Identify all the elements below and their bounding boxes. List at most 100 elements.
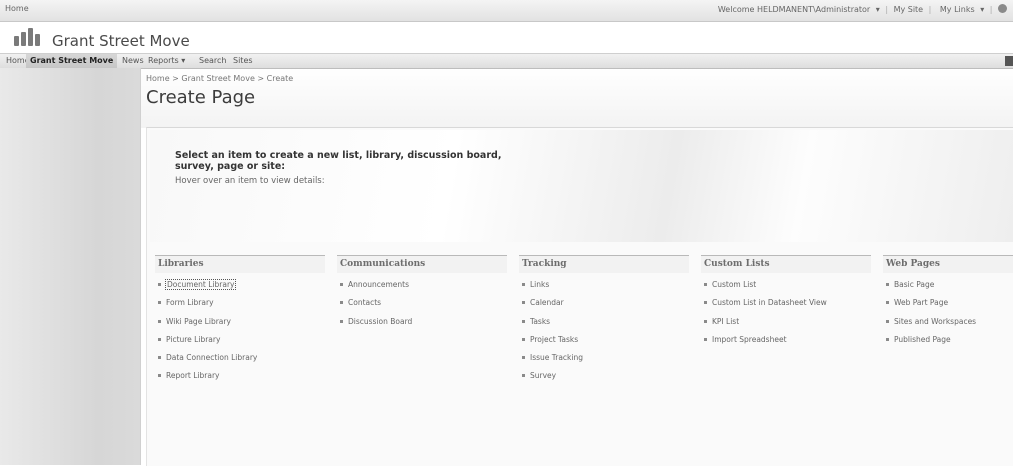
item-label: Document Library <box>164 279 237 290</box>
tab-reports-label: Reports <box>148 56 179 65</box>
top-right-links: Welcome HELDMANENT\Administrator ▾ | My … <box>712 4 1007 14</box>
libraries-list: Document Library Form Library Wiki Page … <box>155 279 325 389</box>
bullet-icon <box>522 283 525 286</box>
item-label: Import Spreadsheet <box>712 334 787 344</box>
item-label: Sites and Workspaces <box>894 316 977 326</box>
item-label: Discussion Board <box>348 316 413 326</box>
item-label: Data Connection Library <box>166 353 258 363</box>
create-panel: Select an item to create a new list, lib… <box>146 127 1013 466</box>
bullet-icon <box>522 374 525 378</box>
help-icon[interactable] <box>998 4 1007 13</box>
item-label: Picture Library <box>166 334 221 344</box>
separator: | <box>885 5 889 14</box>
web-pages-list: Basic Page Web Part Page Sites and Works… <box>883 279 1013 352</box>
column-header-libraries: Libraries <box>155 255 325 273</box>
my-links-text: My Links <box>939 5 975 14</box>
tab-grant-street-move[interactable]: Grant Street Move <box>26 54 118 68</box>
welcome-dropdown-icon: ▾ <box>875 5 880 14</box>
welcome-menu[interactable]: Welcome HELDMANENT\Administrator ▾ <box>715 5 880 14</box>
list-item-report-library[interactable]: Report Library <box>155 370 325 388</box>
tracking-list: Links Calendar Tasks Project Tasks Issue… <box>519 279 689 389</box>
list-item-custom-list[interactable]: Custom List <box>701 279 871 297</box>
tab-search[interactable]: Search <box>199 56 226 65</box>
column-tracking: Tracking Links Calendar Tasks Project Ta… <box>519 255 689 389</box>
list-item-published-page[interactable]: Published Page <box>883 334 1013 352</box>
list-item-wiki-page-library[interactable]: Wiki Page Library <box>155 316 325 334</box>
instruction-title: Select an item to create a new list, lib… <box>175 150 502 172</box>
column-header-custom-lists: Custom Lists <box>701 255 871 273</box>
bullet-icon <box>886 301 889 305</box>
column-libraries: Libraries Document Library Form Library … <box>155 255 325 389</box>
item-label: Announcements <box>348 280 409 289</box>
list-item-announcements[interactable]: Announcements <box>337 279 507 297</box>
bullet-icon <box>522 319 525 323</box>
instruction-hint: Hover over an item to view details: <box>175 176 325 186</box>
column-web-pages: Web Pages Basic Page Web Part Page Sites… <box>883 255 1013 352</box>
site-header: Grant Street Move <box>0 22 1013 54</box>
tab-news[interactable]: News <box>122 56 144 65</box>
item-label: Contacts <box>348 298 382 308</box>
tab-sites[interactable]: Sites <box>233 56 253 65</box>
site-title[interactable]: Grant Street Move <box>52 32 190 50</box>
list-item-kpi-list[interactable]: KPI List <box>701 316 871 334</box>
item-label: Project Tasks <box>530 334 579 344</box>
item-label: Tasks <box>530 316 551 326</box>
bullet-icon <box>340 283 343 286</box>
bullet-icon <box>704 283 707 286</box>
list-item-links[interactable]: Links <box>519 279 689 297</box>
tab-reports[interactable]: Reports ▾ <box>148 56 185 65</box>
tab-reports-dropdown-icon: ▾ <box>181 56 186 65</box>
bullet-icon <box>704 319 707 323</box>
list-item-web-part-page[interactable]: Web Part Page <box>883 297 1013 315</box>
list-item-data-connection-library[interactable]: Data Connection Library <box>155 352 325 370</box>
top-nav-bar: Home Grant Street Move News Reports ▾ Se… <box>0 53 1013 69</box>
column-custom-lists: Custom Lists Custom List Custom List in … <box>701 255 871 352</box>
item-label: Basic Page <box>894 280 935 289</box>
left-navigation-panel <box>0 68 141 465</box>
page-title: Create Page <box>146 87 256 108</box>
list-item-contacts[interactable]: Contacts <box>337 297 507 315</box>
list-item-import-spreadsheet[interactable]: Import Spreadsheet <box>701 334 871 352</box>
bullet-icon <box>158 283 161 286</box>
column-communications: Communications Announcements Contacts Di… <box>337 255 507 334</box>
top-home-link[interactable]: Home <box>5 4 29 13</box>
list-item-sites-and-workspaces[interactable]: Sites and Workspaces <box>883 316 1013 334</box>
item-label: Issue Tracking <box>530 353 584 363</box>
list-item-document-library[interactable]: Document Library <box>155 279 325 297</box>
list-item-tasks[interactable]: Tasks <box>519 316 689 334</box>
item-label: Links <box>530 280 550 289</box>
list-item-discussion-board[interactable]: Discussion Board <box>337 316 507 334</box>
column-header-communications: Communications <box>337 255 507 273</box>
bullet-icon <box>886 337 889 341</box>
breadcrumb[interactable]: Home > Grant Street Move > Create <box>146 74 293 83</box>
top-utility-bar: Home Welcome HELDMANENT\Administrator ▾ … <box>0 0 1013 22</box>
my-site-link[interactable]: My Site <box>894 5 924 14</box>
bullet-icon <box>522 356 525 360</box>
bullet-icon <box>886 283 889 286</box>
instruction-banner: Select an item to create a new list, lib… <box>150 130 1013 242</box>
list-item-basic-page[interactable]: Basic Page <box>883 279 1013 297</box>
bullet-icon <box>158 374 161 378</box>
list-item-survey[interactable]: Survey <box>519 370 689 388</box>
my-links-menu[interactable]: My Links ▾ <box>937 5 984 14</box>
my-links-dropdown-icon: ▾ <box>980 5 985 14</box>
separator: | <box>989 5 993 14</box>
list-item-picture-library[interactable]: Picture Library <box>155 334 325 352</box>
item-label: Custom List <box>712 280 757 289</box>
item-label: Published Page <box>894 334 951 344</box>
list-item-project-tasks[interactable]: Project Tasks <box>519 334 689 352</box>
item-label: Web Part Page <box>894 298 949 308</box>
separator: | <box>928 5 932 14</box>
bullet-icon <box>158 356 161 360</box>
item-label: Form Library <box>166 298 214 308</box>
item-label: Calendar <box>530 298 564 308</box>
list-item-custom-list-datasheet[interactable]: Custom List in Datasheet View <box>701 297 871 315</box>
bullet-icon <box>340 319 343 323</box>
list-item-issue-tracking[interactable]: Issue Tracking <box>519 352 689 370</box>
list-item-form-library[interactable]: Form Library <box>155 297 325 315</box>
item-label: KPI List <box>712 316 740 326</box>
nav-edge-marker <box>1005 56 1013 66</box>
list-item-calendar[interactable]: Calendar <box>519 297 689 315</box>
welcome-text: Welcome HELDMANENT\Administrator <box>717 5 871 14</box>
item-label: Wiki Page Library <box>166 316 231 326</box>
